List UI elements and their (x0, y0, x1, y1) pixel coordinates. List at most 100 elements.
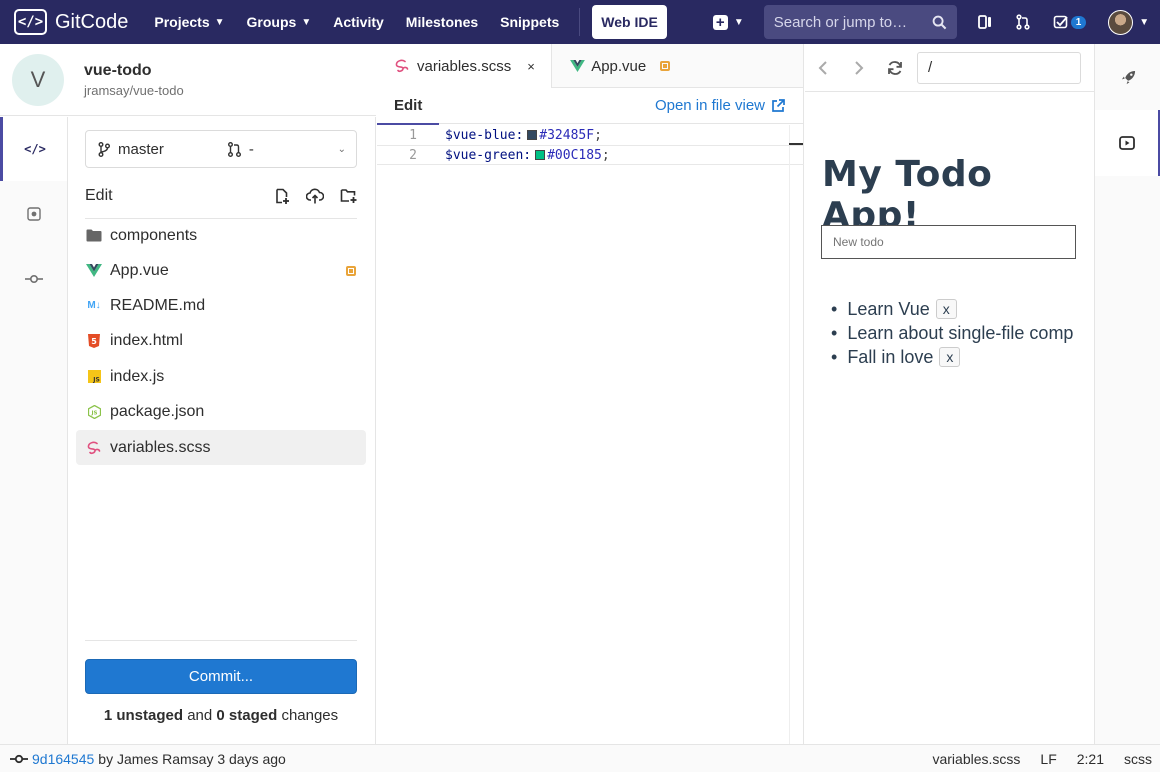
tab-variables-scss[interactable]: variables.scss × (377, 44, 553, 88)
brand[interactable]: </> GitCode (14, 9, 128, 35)
branch-dropdown[interactable]: master - ⌄ (85, 130, 357, 168)
commit-sha-link[interactable]: 9d164545 (32, 751, 94, 767)
tree-item-package-json[interactable]: JS package.json (76, 394, 366, 429)
live-preview-icon (1118, 136, 1135, 150)
refresh-button[interactable] (877, 60, 913, 76)
todos-nav-button[interactable]: 1 (1053, 14, 1087, 30)
file-tree-title: Edit (85, 186, 113, 204)
chevron-left-icon (818, 60, 827, 75)
tree-item-app-vue[interactable]: App.vue (76, 253, 366, 288)
live-preview-tab[interactable] (1095, 110, 1160, 176)
remove-todo-button[interactable]: x (935, 299, 957, 319)
code-editor[interactable]: 1 $vue-blue: #32485F; 2 $vue-green: #00C… (377, 125, 804, 165)
svg-text:JS: JS (90, 410, 97, 416)
tree-item-label: index.html (110, 331, 183, 349)
tab-app-vue[interactable]: App.vue (552, 44, 680, 88)
todo-item: Fall in love x (831, 345, 1073, 369)
user-avatar (1108, 9, 1134, 35)
merge-request-icon (1016, 14, 1030, 30)
forward-button[interactable] (841, 60, 877, 75)
brand-name: GitCode (55, 10, 129, 33)
tree-item-readme[interactable]: M↓ README.md (76, 288, 366, 323)
nav-projects[interactable]: Projects ▼ (154, 14, 224, 30)
search-input[interactable]: Search or jump to… (763, 5, 957, 39)
issues-icon (977, 15, 991, 29)
nav-groups[interactable]: Groups ▼ (247, 14, 312, 30)
svg-text:JS: JS (92, 377, 100, 384)
overview-cursor-marker (789, 143, 803, 145)
branch-name: master (118, 140, 164, 158)
open-in-file-view-link[interactable]: Open in file view (655, 97, 785, 114)
commit-meta: by James Ramsay 3 days ago (98, 750, 286, 767)
code-text: $vue-blue: #32485F; (445, 128, 602, 143)
activity-edit[interactable]: </> (0, 117, 67, 181)
pipelines-tab[interactable] (1095, 44, 1160, 110)
tree-item-variables-scss[interactable]: variables.scss (76, 430, 366, 465)
activity-commit[interactable] (0, 247, 67, 311)
nav-snippets[interactable]: Snippets (500, 14, 559, 30)
code-icon: </> (24, 142, 46, 156)
status-filename: variables.scss (932, 750, 1021, 767)
color-swatch (527, 130, 538, 140)
chevron-right-icon (855, 60, 864, 75)
preview-app-title: My Todo App! (822, 154, 993, 236)
nav-activity[interactable]: Activity (333, 14, 384, 30)
back-button[interactable] (805, 60, 841, 75)
sass-icon (86, 441, 102, 455)
folder-icon (86, 229, 102, 242)
issues-nav-button[interactable] (977, 14, 993, 30)
tree-item-label: index.js (110, 367, 165, 385)
activity-bar: </> (0, 117, 68, 744)
new-todo-input[interactable] (821, 225, 1076, 259)
overview-ruler (789, 125, 790, 744)
file-tree-actions (274, 188, 357, 204)
modified-indicator-icon (660, 61, 671, 71)
project-header[interactable]: V vue-todo jramsay/vue-todo (0, 44, 376, 116)
nav-milestones[interactable]: Milestones (406, 14, 478, 30)
close-icon[interactable]: × (527, 59, 541, 74)
project-name: vue-todo (84, 61, 152, 79)
nodejs-icon: JS (86, 404, 102, 419)
nav-groups-label: Groups (246, 14, 297, 30)
upload-icon[interactable] (306, 188, 324, 204)
tree-item-index-js[interactable]: JS index.js (76, 359, 366, 394)
new-item-dropdown[interactable]: + ▼ (712, 14, 744, 30)
status-language: scss (1124, 750, 1152, 767)
review-icon (26, 207, 41, 221)
tab-edit[interactable]: Edit (376, 88, 440, 125)
code-punctuation: ; (601, 147, 610, 163)
new-file-icon[interactable] (274, 188, 290, 204)
user-menu[interactable]: ▼ (1108, 9, 1149, 35)
project-info: vue-todo jramsay/vue-todo (84, 62, 184, 98)
markdown-icon: M↓ (87, 300, 101, 311)
code-text: $vue-green: #00C185; (445, 148, 610, 163)
editor-panel: variables.scss × App.vue Edit Open in fi… (376, 44, 804, 744)
new-folder-icon[interactable] (340, 188, 357, 203)
todo-item: Learn about single-file comp (831, 321, 1073, 345)
activity-review[interactable] (0, 182, 67, 246)
tree-item-label: package.json (110, 402, 205, 420)
status-eol: LF (1040, 750, 1057, 767)
tree-item-label: components (110, 226, 198, 244)
commit-icon (24, 274, 43, 284)
rocket-icon (1121, 70, 1135, 84)
web-ide-button[interactable]: Web IDE (592, 5, 667, 39)
merge-requests-nav-button[interactable] (1015, 14, 1031, 30)
changes-and: and (187, 707, 213, 724)
changes-suffix: changes (281, 707, 339, 724)
remove-todo-button[interactable]: x (939, 347, 961, 367)
commit-button[interactable]: Commit... (85, 659, 357, 694)
todo-text: Learn about single-file comp (847, 322, 1074, 343)
code-line-current: 2 $vue-green: #00C185; (377, 145, 804, 165)
preview-url-input[interactable]: / (917, 51, 1081, 84)
vue-icon (86, 264, 102, 277)
todo-item: Learn Vue x (831, 297, 1073, 321)
search-icon (932, 15, 947, 29)
external-link-icon (772, 98, 785, 112)
tree-item-index-html[interactable]: 5 index.html (76, 323, 366, 358)
code-punctuation: ; (594, 127, 602, 143)
todo-text: Fall in love (847, 346, 934, 367)
tree-item-components[interactable]: components (76, 218, 366, 253)
js-icon: JS (86, 370, 102, 383)
tree-item-label: README.md (110, 296, 206, 314)
